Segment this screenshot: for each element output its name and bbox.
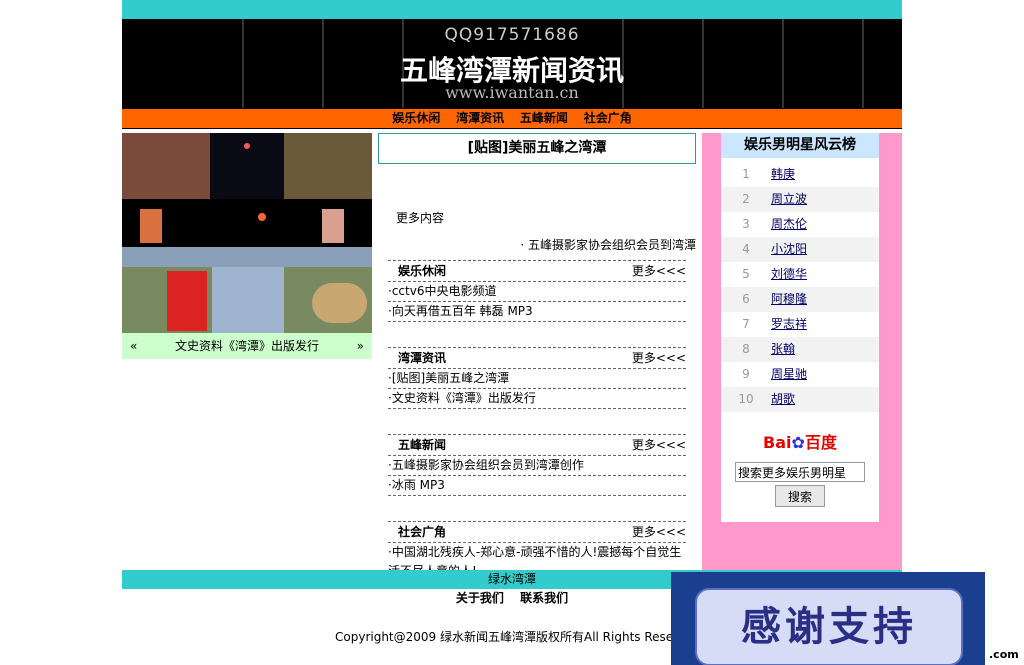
- rank-number: 1: [742, 167, 750, 181]
- nav-item-wantan-news[interactable]: 湾潭资讯: [456, 109, 504, 128]
- rank-name-link[interactable]: 韩庚: [771, 167, 795, 181]
- slideshow-next-button[interactable]: »: [357, 333, 364, 359]
- section-title: 娱乐休闲: [398, 264, 447, 278]
- rank-number: 5: [742, 267, 750, 281]
- nav-item-society[interactable]: 社会广角: [584, 109, 632, 128]
- list-item[interactable]: ·五峰摄影家协会组织会员到湾潭创作: [388, 456, 686, 476]
- section-title: 五峰新闻: [398, 438, 447, 452]
- ranking-item: 9 周星驰: [721, 362, 879, 387]
- section-header: 五峰新闻 更多<<<: [388, 434, 686, 456]
- floating-ad-banner[interactable]: 感谢支持: [671, 572, 985, 665]
- about-us-link[interactable]: 关于我们: [456, 591, 504, 605]
- section-more-link[interactable]: 更多<<<: [632, 435, 686, 455]
- section-header: 湾潭资讯 更多<<<: [388, 347, 686, 369]
- slideshow-caption-bar: « 文史资料《湾潭》出版发行 »: [122, 333, 372, 359]
- ranking-item: 2 周立波: [721, 187, 879, 212]
- rank-number: 4: [742, 242, 750, 256]
- middle-column: [贴图]美丽五峰之湾潭 更多内容 · 五峰摄影家协会组织会员到湾潭 娱乐休闲 更…: [378, 133, 696, 582]
- dotcom-text: .com: [989, 648, 1019, 661]
- section-entertainment: 娱乐休闲 更多<<< ·cctv6中央电影频道 ·向天再借五百年 韩磊 MP3: [388, 260, 686, 322]
- list-item[interactable]: ·[贴图]美丽五峰之湾潭: [388, 369, 686, 389]
- ranking-item: 3 周杰伦: [721, 212, 879, 237]
- list-item[interactable]: ·冰雨 MP3: [388, 476, 686, 496]
- rank-name-link[interactable]: 张翰: [771, 342, 795, 356]
- rank-number: 3: [742, 217, 750, 231]
- ranking-item: 4 小沈阳: [721, 237, 879, 262]
- page-wrapper: QQ917571686 五峰湾潭新闻资讯 www.iwantan.cn 娱乐休闲…: [122, 0, 902, 582]
- section-header: 社会广角 更多<<<: [388, 521, 686, 543]
- ranking-item: 6 阿穆隆: [721, 287, 879, 312]
- ranking-item: 7 罗志祥: [721, 312, 879, 337]
- star-ranking-panel: 娱乐男明星风云榜 1 韩庚 2 周立波 3 周杰伦 4 小沈阳 5 刘德华 6 阿穆隆 7 罗…: [721, 133, 879, 522]
- ranking-title: 娱乐男明星风云榜: [721, 133, 879, 158]
- banner-url: www.iwantan.cn: [445, 83, 579, 102]
- section-title: 湾潭资讯: [398, 351, 447, 365]
- section-wufeng: 五峰新闻 更多<<< ·五峰摄影家协会组织会员到湾潭创作 ·冰雨 MP3: [388, 434, 686, 496]
- rank-number: 6: [742, 292, 750, 306]
- featured-article-title[interactable]: [贴图]美丽五峰之湾潭: [378, 133, 696, 164]
- marquee-text: · 五峰摄影家协会组织会员到湾潭: [520, 238, 696, 252]
- ranking-item: 8 张翰: [721, 337, 879, 362]
- section-title: 社会广角: [398, 525, 447, 539]
- ranking-item: 1 韩庚: [721, 162, 879, 187]
- baidu-logo-bai: Bai: [763, 433, 792, 452]
- star-search-input[interactable]: [735, 462, 865, 482]
- rank-name-link[interactable]: 刘德华: [771, 267, 807, 281]
- main-nav: 娱乐休闲 湾潭资讯 五峰新闻 社会广角: [122, 108, 902, 129]
- paw-icon: ✿: [791, 433, 805, 452]
- list-item[interactable]: ·向天再借五百年 韩磊 MP3: [388, 302, 686, 322]
- section-wantan: 湾潭资讯 更多<<< ·[贴图]美丽五峰之湾潭 ·文史资料《湾潭》出版发行: [388, 347, 686, 409]
- rank-number: 7: [742, 317, 750, 331]
- news-marquee[interactable]: · 五峰摄影家协会组织会员到湾潭: [378, 236, 696, 254]
- rank-number: 2: [742, 192, 750, 206]
- banner-qq: QQ917571686: [444, 25, 580, 45]
- section-more-link[interactable]: 更多<<<: [632, 261, 686, 281]
- rank-name-link[interactable]: 胡歌: [771, 392, 795, 406]
- rank-name-link[interactable]: 周杰伦: [771, 217, 807, 231]
- right-column: 娱乐男明星风云榜 1 韩庚 2 周立波 3 周杰伦 4 小沈阳 5 刘德华 6 阿穆隆 7 罗…: [702, 133, 902, 570]
- slideshow-caption[interactable]: 文史资料《湾潭》出版发行: [175, 333, 319, 359]
- rank-name-link[interactable]: 阿穆隆: [771, 292, 807, 306]
- top-color-bar: [122, 0, 902, 19]
- nav-item-entertainment[interactable]: 娱乐休闲: [392, 109, 440, 128]
- rank-name-link[interactable]: 周星驰: [771, 367, 807, 381]
- rank-name-link[interactable]: 罗志祥: [771, 317, 807, 331]
- site-banner: QQ917571686 五峰湾潭新闻资讯 www.iwantan.cn: [122, 19, 902, 108]
- more-content-link[interactable]: 更多内容: [396, 209, 696, 226]
- list-item[interactable]: ·文史资料《湾潭》出版发行: [388, 389, 686, 409]
- section-more-link[interactable]: 更多<<<: [632, 348, 686, 368]
- section-more-link[interactable]: 更多<<<: [632, 522, 686, 542]
- left-column: « 文史资料《湾潭》出版发行 »: [122, 133, 372, 359]
- float-ad-text: 感谢支持: [695, 588, 963, 665]
- ranking-list: 1 韩庚 2 周立波 3 周杰伦 4 小沈阳 5 刘德华 6 阿穆隆 7 罗志祥 8 张翰 9 周…: [721, 162, 879, 412]
- rank-name-link[interactable]: 周立波: [771, 192, 807, 206]
- search-button[interactable]: 搜索: [775, 485, 825, 507]
- rank-number: 10: [738, 392, 754, 406]
- contact-us-link[interactable]: 联系我们: [520, 591, 568, 605]
- section-header: 娱乐休闲 更多<<<: [388, 260, 686, 282]
- copyright-text: Copyright@2009 绿水新闻五峰湾潭版权所有All Rights Re…: [335, 630, 686, 644]
- list-item[interactable]: ·cctv6中央电影频道: [388, 282, 686, 302]
- slideshow-prev-button[interactable]: «: [130, 333, 137, 359]
- baidu-logo-du: 百度: [804, 433, 837, 452]
- rank-number: 8: [742, 342, 750, 356]
- nav-item-wufeng-news[interactable]: 五峰新闻: [520, 109, 568, 128]
- ranking-item: 5 刘德华: [721, 262, 879, 287]
- ranking-item: 10 胡歌: [721, 387, 879, 412]
- rank-name-link[interactable]: 小沈阳: [771, 242, 807, 256]
- rank-number: 9: [742, 367, 750, 381]
- slideshow-image[interactable]: [122, 133, 372, 333]
- baidu-logo[interactable]: Bai✿百度: [721, 430, 879, 456]
